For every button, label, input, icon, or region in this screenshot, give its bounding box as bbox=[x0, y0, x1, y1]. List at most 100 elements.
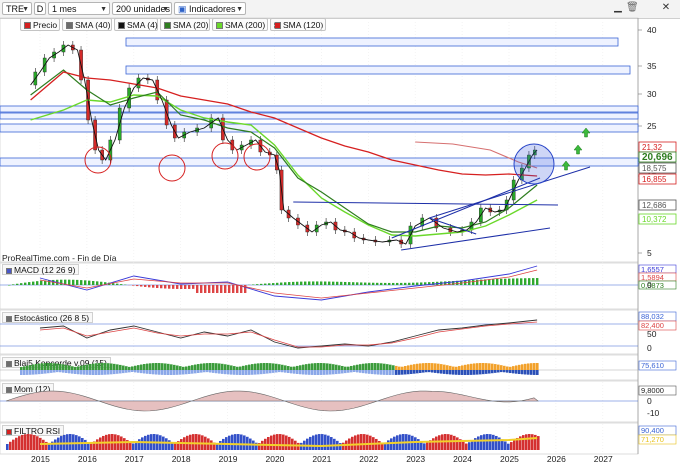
koncorde-bar bbox=[338, 370, 341, 374]
koncorde-bar bbox=[506, 366, 509, 370]
macd-histogram-bar bbox=[84, 280, 87, 285]
koncorde-bar bbox=[245, 365, 248, 370]
rsi-bar bbox=[99, 437, 102, 450]
koncorde-bar bbox=[59, 370, 62, 373]
macd-histogram-bar bbox=[300, 281, 303, 285]
breakout-highlight-circle bbox=[513, 143, 555, 185]
koncorde-bar bbox=[455, 366, 458, 370]
koncorde-bar bbox=[149, 370, 152, 375]
koncorde-bar bbox=[479, 370, 482, 375]
koncorde-bar bbox=[533, 363, 536, 370]
rsi-bar bbox=[36, 436, 39, 450]
koncorde-bar bbox=[149, 363, 152, 370]
macd-zero-tick: 0 bbox=[647, 280, 652, 290]
macd-histogram-bar bbox=[384, 282, 387, 285]
macd-histogram-bar bbox=[132, 285, 135, 286]
macd-histogram-bar bbox=[140, 285, 143, 287]
koncorde-bar bbox=[419, 363, 422, 370]
macd-histogram-bar bbox=[164, 285, 167, 289]
koncorde-bar bbox=[71, 370, 74, 374]
macd-histogram-bar bbox=[396, 282, 399, 285]
koncorde-bar bbox=[131, 370, 134, 373]
price-badge-value: 10,372 bbox=[642, 215, 667, 224]
rsi-bar bbox=[357, 434, 360, 450]
koncorde-bar bbox=[47, 370, 50, 374]
koncorde-bar bbox=[353, 370, 356, 373]
koncorde-bar bbox=[509, 370, 512, 374]
koncorde-bar bbox=[476, 363, 479, 370]
rsi-bar bbox=[246, 436, 249, 450]
price-badge-value: 20,696 bbox=[642, 152, 673, 163]
price-badge-value: 18,575 bbox=[642, 164, 667, 173]
koncorde-bar bbox=[401, 366, 404, 370]
rsi-bar bbox=[531, 434, 534, 450]
koncorde-bar bbox=[383, 363, 386, 370]
x-axis-year-label: 2018 bbox=[172, 454, 191, 464]
macd-histogram-bar bbox=[364, 282, 367, 285]
macd-histogram-bar bbox=[280, 282, 283, 285]
rsi-bar bbox=[18, 436, 21, 450]
rsi-bar bbox=[537, 436, 540, 450]
koncorde-bar bbox=[233, 370, 236, 375]
koncorde-bar bbox=[338, 365, 341, 370]
koncorde-bar bbox=[479, 363, 482, 370]
macd-histogram-bar bbox=[24, 282, 27, 285]
koncorde-bar bbox=[212, 370, 215, 373]
koncorde-bar bbox=[116, 364, 119, 370]
macd-histogram-bar bbox=[532, 278, 535, 285]
macd-histogram-bar bbox=[160, 285, 163, 289]
koncorde-bar bbox=[152, 363, 155, 370]
rsi-bar bbox=[54, 439, 57, 450]
koncorde-bar bbox=[143, 370, 146, 374]
macd-histogram-bar bbox=[148, 285, 151, 288]
arrow-up-icon bbox=[573, 144, 583, 155]
koncorde-bar bbox=[485, 370, 488, 374]
koncorde-bar bbox=[263, 370, 266, 374]
price-badge-value: 16,855 bbox=[642, 175, 667, 184]
stock-chart[interactable]: 2015 2016 2017 2018 2019 2020 2021 2022 2023 2024… bbox=[0, 0, 680, 464]
koncorde-bar bbox=[389, 370, 392, 375]
koncorde-bar bbox=[146, 370, 149, 374]
rsi-bar bbox=[510, 442, 513, 450]
rsi-bar bbox=[363, 434, 366, 450]
koncorde-bar bbox=[392, 370, 395, 375]
koncorde-bar bbox=[473, 363, 476, 370]
koncorde-bar bbox=[158, 363, 161, 370]
koncorde-bar bbox=[272, 363, 275, 370]
koncorde-bar bbox=[113, 363, 116, 370]
rsi-bar bbox=[240, 434, 243, 450]
koncorde-bar bbox=[329, 370, 332, 375]
koncorde-bar bbox=[374, 370, 377, 375]
macd-histogram-bar bbox=[276, 282, 279, 285]
koncorde-bar bbox=[353, 365, 356, 370]
macd-histogram-bar bbox=[312, 281, 315, 285]
koncorde-bar bbox=[506, 370, 509, 373]
stoch-tick: 0 bbox=[647, 343, 652, 353]
koncorde-bar bbox=[377, 363, 380, 370]
rsi-bar bbox=[138, 439, 141, 450]
koncorde-bar bbox=[491, 370, 494, 374]
koncorde-bar bbox=[365, 363, 368, 370]
rsi-bar bbox=[228, 435, 231, 450]
koncorde-bar bbox=[23, 370, 26, 375]
macd-histogram-bar bbox=[88, 280, 91, 285]
x-axis-year-label: 2022 bbox=[359, 454, 378, 464]
rsi-bar bbox=[453, 435, 456, 450]
macd-histogram-bar bbox=[172, 285, 175, 289]
koncorde-bar bbox=[128, 370, 131, 373]
macd-histogram-bar bbox=[496, 278, 499, 285]
koncorde-bar bbox=[356, 364, 359, 370]
koncorde-bar bbox=[74, 370, 77, 374]
koncorde-bar bbox=[38, 363, 41, 370]
stoch-d-line bbox=[39, 321, 538, 348]
koncorde-bar bbox=[434, 363, 437, 370]
macd-histogram-bar bbox=[152, 285, 155, 288]
koncorde-bar bbox=[251, 364, 254, 370]
macd-histogram-bar bbox=[528, 278, 531, 285]
macd-histogram-bar bbox=[168, 285, 171, 289]
koncorde-bar bbox=[518, 370, 521, 375]
macd-histogram-bar bbox=[92, 280, 95, 285]
koncorde-bar bbox=[179, 366, 182, 370]
macd-histogram-bar bbox=[120, 284, 123, 285]
x-axis-year-label: 2021 bbox=[312, 454, 331, 464]
